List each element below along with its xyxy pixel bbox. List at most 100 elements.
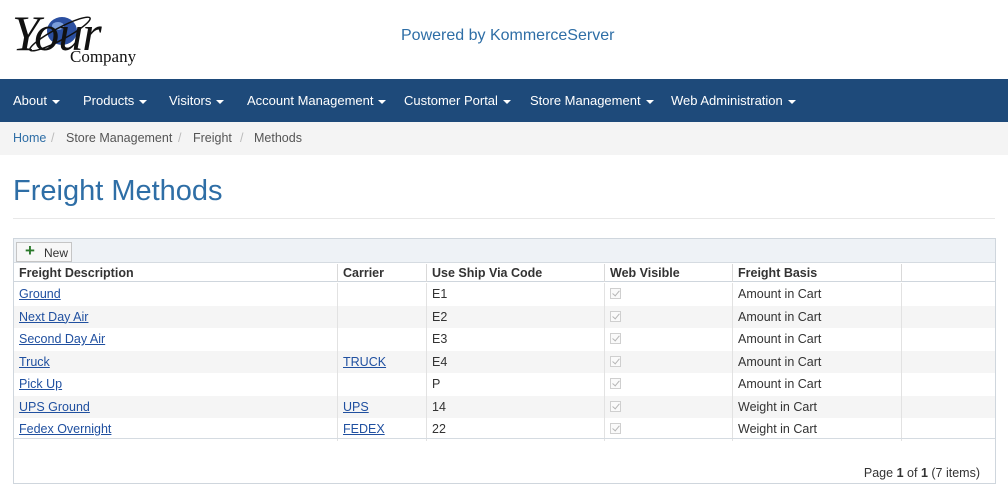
cell-actions <box>902 351 995 374</box>
cell-ship-via-code: E4 <box>427 350 605 373</box>
pager-info: Page 1 of 1 (7 items) <box>864 466 980 480</box>
pager-of: of <box>907 466 918 480</box>
cell-web-visible <box>605 395 733 418</box>
table-header: Freight Description Carrier Use Ship Via… <box>14 264 995 282</box>
nav-customer-portal[interactable]: Customer Portal <box>404 79 511 122</box>
cell-freight-description-link[interactable]: Truck <box>19 355 50 369</box>
nav-account-management[interactable]: Account Management <box>247 79 387 122</box>
nav-label: Customer Portal <box>404 93 498 108</box>
grid-footer: Page 1 of 1 (7 items) <box>14 438 995 483</box>
column-header-actions <box>902 264 995 282</box>
cell-freight-basis: Amount in Cart <box>733 373 902 396</box>
cell-ship-via-code: E1 <box>427 283 605 306</box>
nav-label: About <box>13 93 47 108</box>
web-visible-checkbox <box>610 378 621 389</box>
nav-label: Store Management <box>530 93 641 108</box>
table-row: Pick Up P Amount in Cart <box>14 373 995 396</box>
caret-down-icon <box>139 99 148 104</box>
table-row: Second Day Air E3 Amount in Cart <box>14 328 995 351</box>
table-row: Ground E1 Amount in Cart <box>14 283 995 306</box>
nav-web-administration[interactable]: Web Administration <box>671 79 796 122</box>
cell-carrier: UPS <box>338 395 427 418</box>
breadcrumb-home[interactable]: Home <box>13 122 46 154</box>
cell-freight-description: Ground <box>14 283 338 306</box>
web-visible-checkbox <box>610 333 621 344</box>
web-visible-checkbox <box>610 400 621 412</box>
cell-ship-via-code: E3 <box>427 328 605 351</box>
cell-web-visible <box>605 373 733 396</box>
nav-about[interactable]: About <box>13 79 60 122</box>
caret-down-icon <box>51 99 60 104</box>
cell-freight-description-link[interactable]: Second Day Air <box>19 332 105 346</box>
cell-freight-basis: Amount in Cart <box>733 283 902 306</box>
cell-ship-via-code-text: 14 <box>432 399 446 414</box>
company-logo[interactable]: Your Company <box>10 4 150 70</box>
pager-total: 1 <box>920 466 928 480</box>
breadcrumb-methods: Methods <box>254 131 302 145</box>
cell-freight-basis: Weight in Cart <box>733 395 902 418</box>
cell-freight-description-link[interactable]: Next Day Air <box>19 310 88 324</box>
column-header-web-visible[interactable]: Web Visible <box>605 264 733 282</box>
nav-visitors[interactable]: Visitors <box>169 79 225 122</box>
pager-items: (7 items) <box>931 466 980 480</box>
cell-web-visible <box>605 305 733 328</box>
page-title: Freight Methods <box>13 175 223 207</box>
breadcrumb-freight[interactable]: Freight <box>193 122 232 154</box>
cell-actions <box>902 306 995 329</box>
main-navbar: About Products Visitors Account Manageme… <box>0 79 1008 122</box>
cell-ship-via-code-text: E4 <box>432 354 448 369</box>
cell-carrier <box>338 373 427 396</box>
cell-freight-basis-text: Amount in Cart <box>738 287 822 301</box>
column-header-freight-description[interactable]: Freight Description <box>14 264 338 282</box>
new-button-label: New <box>44 246 69 260</box>
cell-freight-description: Truck <box>14 350 338 373</box>
nav-label: Products <box>83 93 135 108</box>
pager-current: 1 <box>896 466 904 480</box>
cell-web-visible <box>605 283 733 306</box>
cell-freight-description-link[interactable]: Fedex Overnight <box>19 422 111 436</box>
cell-ship-via-code-text: P <box>432 377 441 391</box>
nav-products[interactable]: Products <box>83 79 148 122</box>
cell-freight-basis-text: Weight in Cart <box>738 399 817 414</box>
logo-company-text: Company <box>70 47 137 66</box>
cell-freight-basis: Amount in Cart <box>733 350 902 373</box>
column-header-freight-basis[interactable]: Freight Basis <box>733 264 902 282</box>
web-visible-checkbox <box>610 310 621 322</box>
freight-methods-grid: + New Freight Description Carrier Use Sh… <box>13 238 996 484</box>
cell-ship-via-code-text: 22 <box>432 422 446 436</box>
cell-ship-via-code: P <box>427 373 605 396</box>
title-divider <box>13 218 995 219</box>
column-header-carrier[interactable]: Carrier <box>338 264 427 282</box>
cell-carrier-link[interactable]: TRUCK <box>343 355 386 369</box>
new-button[interactable]: + New <box>16 242 72 262</box>
cell-web-visible <box>605 328 733 351</box>
cell-ship-via-code-text: E3 <box>432 332 448 346</box>
grid-toolbar: + New <box>14 239 995 263</box>
cell-freight-description-link[interactable]: Pick Up <box>19 377 62 391</box>
cell-freight-description: Pick Up <box>14 373 338 396</box>
cell-carrier: TRUCK <box>338 350 427 373</box>
pager-prefix: Page <box>863 466 894 480</box>
cell-carrier-link[interactable]: FEDEX <box>343 422 385 436</box>
cell-web-visible <box>605 350 733 373</box>
caret-down-icon <box>787 99 796 104</box>
web-visible-checkbox <box>610 355 621 367</box>
cell-freight-description-link[interactable]: Ground <box>19 287 61 301</box>
breadcrumb: Home / Store Management / Freight / Meth… <box>0 122 1008 155</box>
cell-freight-basis-text: Amount in Cart <box>738 377 822 391</box>
cell-freight-basis-text: Weight in Cart <box>738 422 817 436</box>
plus-icon: + <box>25 241 35 260</box>
caret-down-icon <box>502 99 511 104</box>
cell-actions <box>902 373 995 396</box>
cell-ship-via-code: 14 <box>427 395 605 418</box>
cell-actions <box>902 396 995 419</box>
caret-down-icon <box>645 99 654 104</box>
nav-store-management[interactable]: Store Management <box>530 79 654 122</box>
cell-carrier-link[interactable]: UPS <box>343 400 369 414</box>
column-header-ship-via-code[interactable]: Use Ship Via Code <box>427 264 605 282</box>
breadcrumb-separator: / <box>51 131 55 145</box>
cell-freight-basis: Amount in Cart <box>733 328 902 351</box>
web-visible-checkbox <box>610 423 621 434</box>
breadcrumb-store-management[interactable]: Store Management <box>66 122 172 154</box>
cell-freight-description-link[interactable]: UPS Ground <box>19 400 90 414</box>
